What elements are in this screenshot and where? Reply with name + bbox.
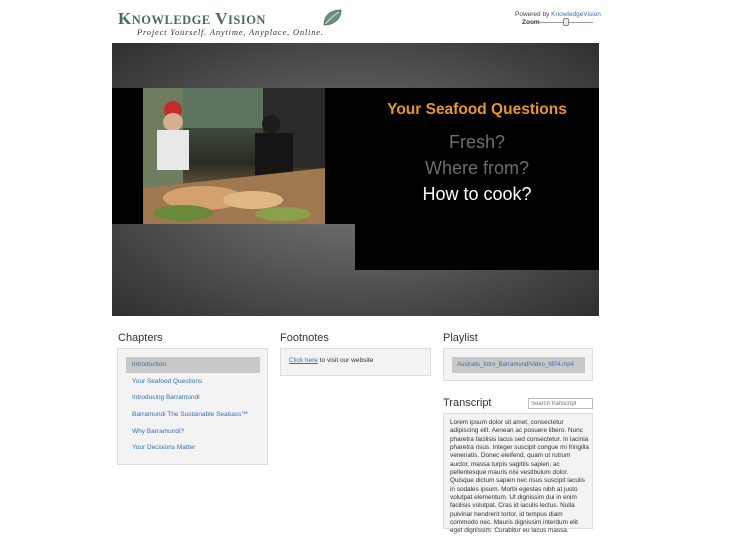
- slide-panel: Your Seafood Questions Fresh? Where from…: [355, 88, 599, 270]
- transcript-title: Transcript: [443, 397, 492, 409]
- video-frame-image: [143, 88, 325, 224]
- video-player[interactable]: [143, 88, 325, 224]
- playlist-panel: Australis_Intro_BarramundiVideo_MP4.mp4: [443, 348, 593, 381]
- chapter-item[interactable]: Barramundi The Sustainable Seabass™: [126, 407, 260, 423]
- logo-wordmark: KNOWLEDGE VISION: [118, 9, 266, 28]
- slide-question: Fresh?: [448, 132, 506, 152]
- zoom-label: Zoom: [522, 19, 540, 26]
- playlist-title: Playlist: [443, 332, 478, 344]
- presentation-stage: Your Seafood Questions Fresh? Where from…: [112, 43, 599, 316]
- zoom-slider-thumb[interactable]: [563, 18, 569, 26]
- transcript-panel[interactable]: Lorem ipsum dolor sit amet, consectetur …: [443, 413, 593, 534]
- slide-question-current: How to cook?: [422, 184, 532, 204]
- chapter-item[interactable]: Introducing Barramundi: [126, 390, 260, 406]
- slide-title: Your Seafood Questions: [387, 101, 567, 118]
- playlist-item[interactable]: Australis_Intro_BarramundiVideo_MP4.mp4: [452, 357, 585, 373]
- powered-by: Powered by KnowledgeVision: [515, 11, 601, 18]
- leaf-icon: [323, 9, 342, 26]
- chapters-title: Chapters: [118, 332, 163, 344]
- powered-by-link[interactable]: KnowledgeVision: [551, 11, 601, 18]
- slide-question: Where from?: [424, 158, 530, 178]
- transcript-text: Lorem ipsum dolor sit amet, consectetur …: [450, 419, 589, 535]
- footnotes-panel: Click here to visit our website: [280, 348, 431, 376]
- tagline: Project Yourself. Anytime, Anyplace, Onl…: [137, 27, 324, 37]
- chapter-item[interactable]: Your Decisions Matter: [126, 440, 260, 456]
- chapter-item[interactable]: Your Seafood Questions: [126, 374, 260, 390]
- chapters-panel: Introduction Your Seafood Questions Intr…: [117, 348, 268, 465]
- website-link[interactable]: Click here: [289, 357, 318, 364]
- footnote-text: Click here to visit our website: [289, 357, 374, 364]
- chapter-item[interactable]: Introduction: [126, 357, 260, 373]
- footnotes-title: Footnotes: [280, 332, 329, 344]
- transcript-search-input[interactable]: [528, 398, 593, 409]
- chapter-item[interactable]: Why Barramundi?: [126, 424, 260, 440]
